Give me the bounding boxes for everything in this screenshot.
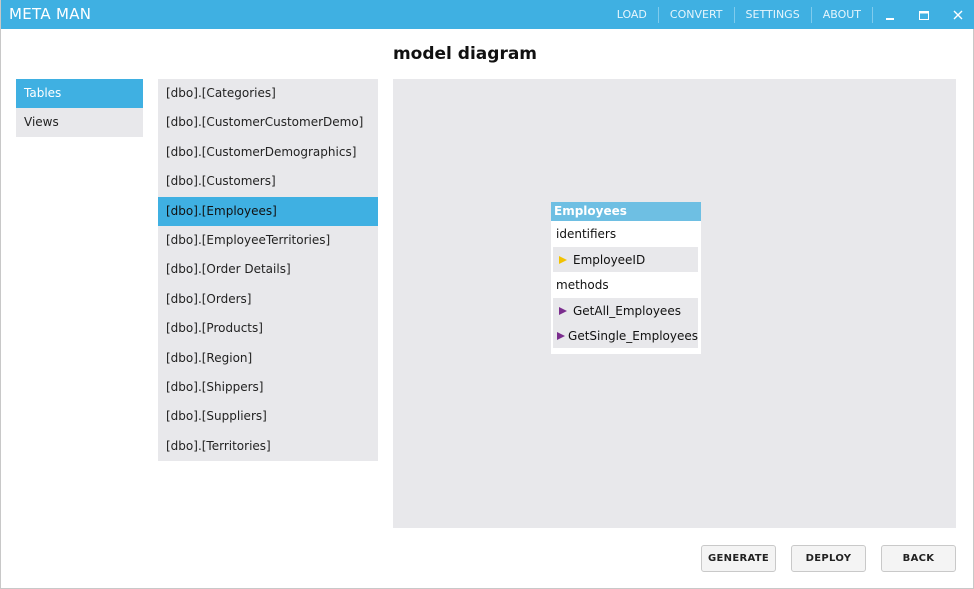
page-title: model diagram [392, 44, 538, 64]
method-arrow-icon [553, 306, 573, 316]
table-item-customers[interactable]: [dbo].[Customers] [158, 167, 378, 196]
method-label: GetSingle_Employees [568, 328, 698, 343]
identifiers-label: identifiers [556, 227, 617, 241]
table-item-customerdemographics[interactable]: [dbo].[CustomerDemographics] [158, 138, 378, 167]
menu-load[interactable]: LOAD [606, 6, 659, 23]
minimize-button[interactable] [873, 0, 907, 29]
left-nav: Tables Views [16, 79, 143, 137]
menu-convert[interactable]: CONVERT [659, 6, 735, 23]
identifier-item[interactable]: EmployeeID [553, 247, 698, 272]
back-button[interactable]: BACK [881, 545, 956, 572]
identifier-label: EmployeeID [573, 252, 646, 267]
nav-item-views[interactable]: Views [16, 108, 143, 137]
diagram-canvas[interactable]: Employees identifiers EmployeeID methods… [393, 79, 956, 528]
method-item[interactable]: GetSingle_Employees [553, 323, 698, 348]
table-item-employees[interactable]: [dbo].[Employees] [158, 196, 378, 226]
table-item-order-details[interactable]: [dbo].[Order Details] [158, 255, 378, 284]
method-arrow-icon [553, 331, 568, 341]
table-item-orders[interactable]: [dbo].[Orders] [158, 285, 378, 314]
key-arrow-icon [553, 255, 573, 265]
maximize-button[interactable] [907, 0, 941, 29]
minimize-icon [886, 17, 894, 20]
table-list: [dbo].[Categories] [dbo].[CustomerCustom… [158, 79, 378, 461]
app-title: META MAN [9, 5, 92, 23]
menu-about[interactable]: ABOUT [812, 6, 873, 23]
methods-label: methods [556, 278, 609, 292]
nav-item-tables[interactable]: Tables [16, 79, 143, 108]
method-item[interactable]: GetAll_Employees [553, 298, 698, 323]
table-item-suppliers[interactable]: [dbo].[Suppliers] [158, 402, 378, 431]
generate-button[interactable]: GENERATE [701, 545, 776, 572]
maximize-icon [919, 10, 929, 20]
method-label: GetAll_Employees [573, 303, 681, 318]
table-item-employeeterritories[interactable]: [dbo].[EmployeeTerritories] [158, 226, 378, 255]
table-item-shippers[interactable]: [dbo].[Shippers] [158, 373, 378, 402]
top-menu: LOAD CONVERT SETTINGS ABOUT [606, 0, 974, 29]
table-item-customercustomerdemo[interactable]: [dbo].[CustomerCustomerDemo] [158, 108, 378, 137]
close-button[interactable] [941, 0, 974, 29]
close-icon [953, 10, 963, 19]
table-item-region[interactable]: [dbo].[Region] [158, 344, 378, 373]
menu-settings[interactable]: SETTINGS [735, 6, 812, 23]
app-window: META MAN LOAD CONVERT SETTINGS ABOUT mod… [0, 0, 974, 589]
table-item-territories[interactable]: [dbo].[Territories] [158, 432, 378, 461]
deploy-button[interactable]: DEPLOY [791, 545, 866, 572]
entity-box[interactable]: Employees identifiers EmployeeID methods… [551, 202, 701, 354]
table-item-categories[interactable]: [dbo].[Categories] [158, 79, 378, 108]
entity-header[interactable]: Employees [551, 202, 701, 221]
table-item-products[interactable]: [dbo].[Products] [158, 314, 378, 343]
title-bar: META MAN LOAD CONVERT SETTINGS ABOUT [1, 0, 974, 29]
